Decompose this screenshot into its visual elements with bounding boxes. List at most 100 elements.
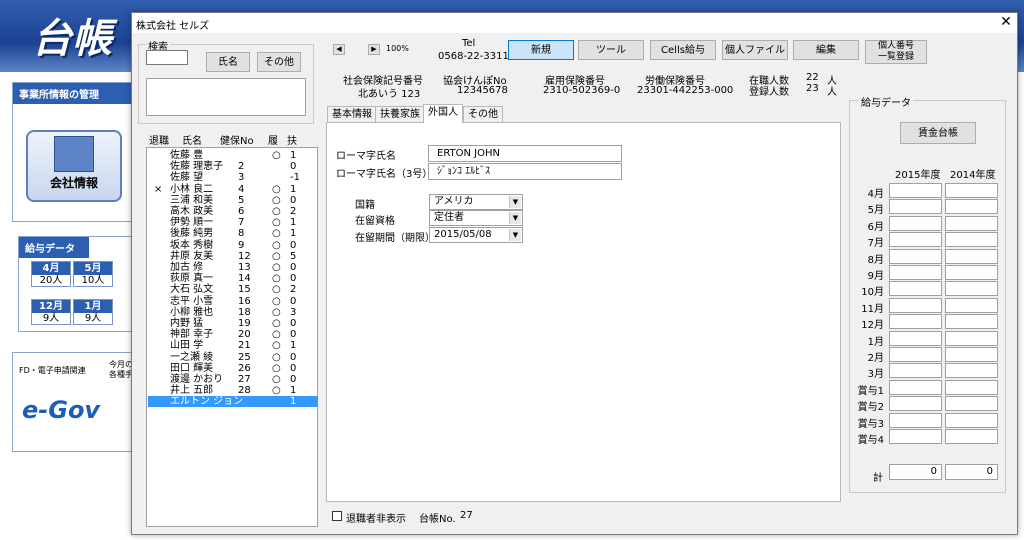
roman3-name-field[interactable]: ｼﾞｮﾝｺ ｴﾙﾋﾞｽ [428, 163, 622, 180]
list-item[interactable]: 伊勢 順一 7 ○ 1 [148, 217, 318, 228]
list-item[interactable]: 井上 五郎 28 ○ 1 [148, 385, 318, 396]
salary-cell[interactable] [945, 265, 998, 280]
list-item[interactable]: エルトン ジョン 1 [148, 396, 318, 408]
salary-cell[interactable] [889, 248, 942, 264]
list-item[interactable]: 山田 学 21 ○ 1 [148, 340, 318, 351]
list-item[interactable]: 高木 政美 6 ○ 2 [148, 206, 318, 217]
cell-dep: 2 [290, 206, 297, 217]
list-item[interactable]: 坂本 秀樹 9 ○ 0 [148, 240, 318, 251]
roman-name-field[interactable]: ERTON JOHN [428, 145, 622, 162]
residence-period-select[interactable]: 2015/05/08 ▼ [429, 227, 523, 243]
list-item[interactable]: 渡邊 かおり 27 ○ 0 [148, 374, 318, 385]
salary-cell[interactable] [889, 314, 942, 330]
personal-file-button[interactable]: 個人ファイル [722, 40, 788, 60]
cell-no: 19 [238, 318, 251, 329]
tools-button[interactable]: ツール [578, 40, 644, 60]
list-item[interactable]: 佐藤 豊 ○ 1 [148, 150, 318, 161]
list-item[interactable]: 神部 幸子 20 ○ 0 [148, 329, 318, 340]
salary-summary-cell[interactable]: 4月 20人 [31, 261, 71, 287]
hide-retired-checkbox[interactable] [332, 511, 342, 521]
prev-arrow-icon[interactable]: ◀ [333, 44, 345, 55]
salary-cell[interactable] [889, 379, 942, 395]
list-item[interactable]: 三浦 和美 5 ○ 0 [148, 195, 318, 206]
salary-cell[interactable] [889, 363, 942, 379]
salary-cell[interactable] [889, 281, 942, 297]
list-item[interactable]: 大石 弘文 15 ○ 2 [148, 284, 318, 295]
salary-cell[interactable] [945, 281, 998, 297]
tab-dependents[interactable]: 扶養家族 [375, 106, 425, 122]
search-other-button[interactable]: その他 [257, 52, 301, 72]
nationality-select[interactable]: アメリカ ▼ [429, 194, 523, 210]
cell-no: 21 [238, 340, 251, 352]
list-item[interactable]: 志平 小雪 16 ○ 0 [148, 296, 318, 307]
salary-summary-cell[interactable]: 5月 10人 [73, 261, 113, 287]
cell-no: 9 [238, 239, 245, 251]
list-item[interactable]: 小柳 雅也 18 ○ 3 [148, 307, 318, 318]
cell-dep: 3 [290, 306, 297, 318]
cell-no: 14 [238, 273, 251, 285]
cell-dep: 0 [290, 262, 297, 273]
close-icon[interactable]: ✕ [996, 14, 1016, 30]
next-arrow-icon[interactable]: ▶ [368, 44, 380, 55]
cell-hist: ○ [272, 183, 281, 195]
salary-cell[interactable] [945, 379, 998, 395]
salary-summary-cell[interactable]: 12月 9人 [31, 299, 71, 325]
salary-cell[interactable] [945, 396, 998, 412]
salary-cell[interactable] [945, 199, 998, 215]
salary-cell[interactable] [945, 248, 998, 264]
list-item[interactable]: 井原 友美 12 ○ 5 [148, 251, 318, 262]
residence-status-select[interactable]: 定住者 ▼ [429, 210, 523, 226]
company-info-button[interactable]: 会社情報 [26, 130, 122, 202]
salary-cell[interactable] [945, 297, 998, 313]
salary-cell[interactable] [945, 314, 998, 330]
salary-cell[interactable] [889, 265, 942, 280]
salary-cell[interactable] [945, 412, 998, 428]
salary-cell[interactable] [889, 199, 942, 215]
salary-cell[interactable] [889, 330, 942, 346]
salary-summary-cell[interactable]: 1月 9人 [73, 299, 113, 325]
cells-salary-button[interactable]: Cells給与 [650, 40, 716, 60]
tab-foreigner[interactable]: 外国人 [423, 104, 463, 123]
list-item[interactable]: 一之瀬 綾 25 ○ 0 [148, 352, 318, 363]
list-item[interactable]: × 小林 良二 4 ○ 1 [148, 184, 318, 195]
list-item[interactable]: 佐藤 理恵子 2 0 [148, 161, 318, 172]
cell-dep: 0 [290, 194, 297, 206]
cell-name: 後藤 純男 [170, 228, 214, 240]
list-item[interactable]: 後藤 純男 8 ○ 1 [148, 228, 318, 239]
foreigner-tab-panel: ローマ字氏名 ERTON JOHN ローマ字氏名（3号） ｼﾞｮﾝｺ ｴﾙﾋﾞｽ… [326, 122, 841, 502]
salary-cell[interactable] [889, 412, 942, 428]
edit-button[interactable]: 編集 [793, 40, 859, 60]
egov-logo[interactable]: e-Gov [22, 396, 100, 424]
office-info-title: 事業所情報の管理 [13, 83, 133, 104]
salary-cell[interactable] [945, 215, 998, 231]
new-button[interactable]: 新規 [508, 40, 574, 60]
mynumber-register-button[interactable]: 個人番号 一覧登録 [865, 40, 927, 64]
salary-cell[interactable] [889, 232, 942, 248]
memo-field[interactable] [146, 78, 306, 116]
list-item[interactable]: 荻原 真一 14 ○ 0 [148, 273, 318, 284]
salary-cell[interactable] [945, 183, 998, 198]
search-name-button[interactable]: 氏名 [206, 52, 250, 72]
salary-cell[interactable] [889, 297, 942, 313]
employee-list[interactable]: 佐藤 豊 ○ 1 佐藤 理恵子 2 0 佐藤 望 3 -1 × 小林 良二 4 ○ 1 三浦 和美 5 ○ 0 高木… [146, 147, 318, 527]
search-input[interactable] [146, 50, 188, 65]
list-item[interactable]: 田口 輝美 26 ○ 0 [148, 363, 318, 374]
list-item[interactable]: 内野 猛 19 ○ 0 [148, 318, 318, 329]
list-item[interactable]: 佐藤 望 3 -1 [148, 172, 318, 183]
salary-cell[interactable] [945, 363, 998, 379]
salary-cell[interactable] [889, 429, 942, 444]
salary-cell[interactable] [945, 347, 998, 362]
wage-ledger-button[interactable]: 賃金台帳 [900, 122, 976, 144]
tab-other[interactable]: その他 [463, 106, 503, 122]
salary-cell[interactable] [889, 347, 942, 362]
salary-cell[interactable] [889, 215, 942, 231]
salary-cell[interactable] [889, 396, 942, 412]
salary-cell[interactable] [945, 330, 998, 346]
month-label: 4月 [867, 189, 884, 200]
cell-no: 13 [238, 262, 251, 273]
tab-basic-info[interactable]: 基本情報 [327, 106, 377, 122]
salary-cell[interactable] [945, 232, 998, 248]
salary-cell[interactable] [945, 429, 998, 444]
list-item[interactable]: 加古 修 13 ○ 0 [148, 262, 318, 273]
salary-cell[interactable] [889, 183, 942, 198]
